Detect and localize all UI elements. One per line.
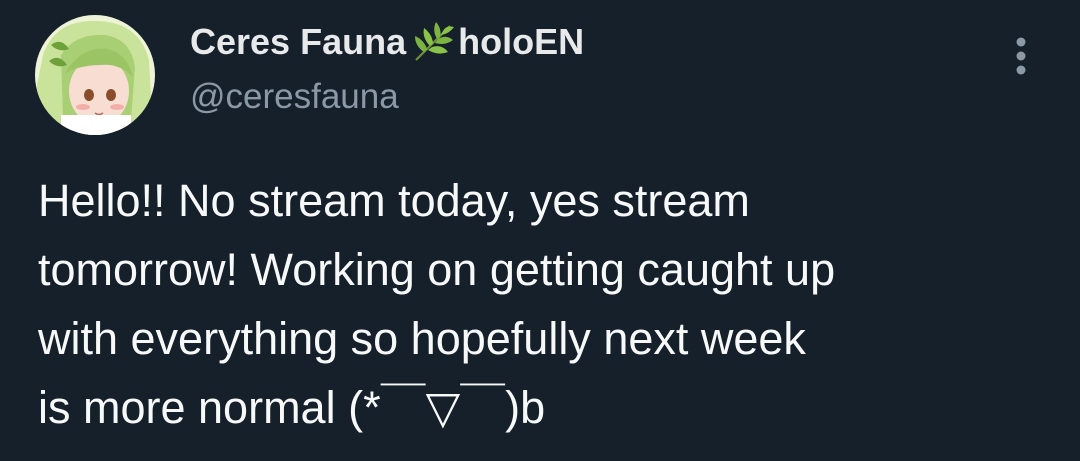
- more-options-button[interactable]: [1000, 30, 1042, 82]
- author-name-row[interactable]: Ceres Fauna holoEN: [190, 19, 584, 65]
- avatar[interactable]: [35, 15, 155, 135]
- tweet-text-line: Hello!! No stream today, yes stream: [38, 175, 750, 226]
- tweet-text-line: is more normal (*￣▽￣)b: [38, 382, 546, 433]
- tweet-text: Hello!! No stream today, yes stream tomo…: [38, 166, 1058, 442]
- tweet-text-line: with everything so hopefully next week: [38, 313, 806, 364]
- display-name: Ceres Fauna: [190, 21, 407, 62]
- tweet-text-line: tomorrow! Working on getting caught up: [38, 244, 836, 295]
- more-vertical-icon: [1016, 37, 1026, 75]
- leaf-icon: [415, 22, 455, 61]
- tweet: Ceres Fauna holoEN @ceresfauna Hello!! N…: [0, 0, 1080, 461]
- display-name-suffix: holoEN: [458, 21, 585, 62]
- avatar-image: [35, 15, 155, 135]
- author-handle[interactable]: @ceresfauna: [190, 74, 399, 120]
